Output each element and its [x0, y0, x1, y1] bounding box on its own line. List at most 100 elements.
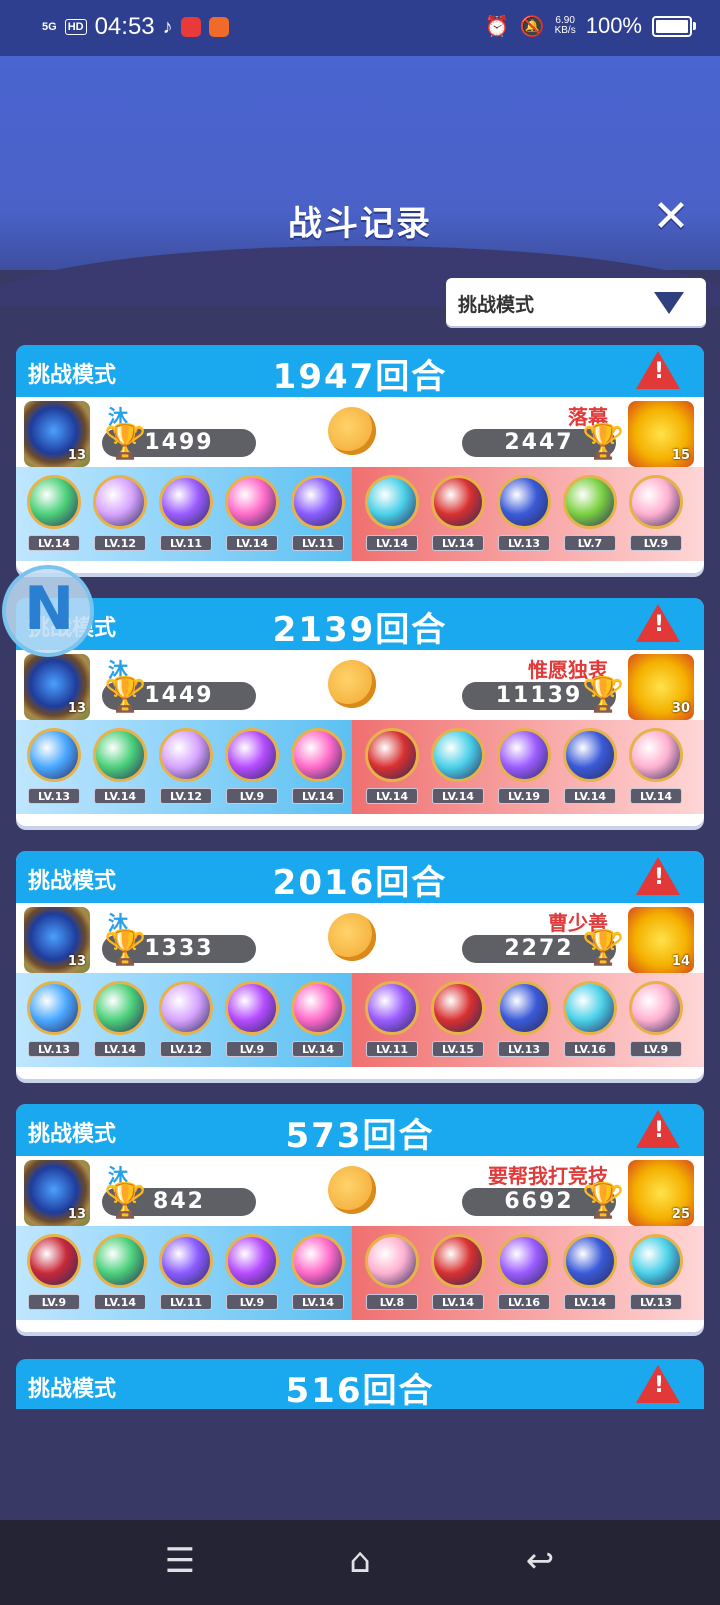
pet-orb[interactable]: LV.14: [428, 726, 488, 810]
opponent-avatar[interactable]: 14: [628, 907, 694, 973]
pet-orb[interactable]: LV.14: [362, 473, 422, 557]
report-warning-icon[interactable]: !: [636, 351, 680, 389]
pet-level: LV.13: [28, 788, 80, 804]
pet-level: LV.14: [366, 788, 418, 804]
battle-card[interactable]: 挑战模式 1947回合! 13 沐 1499 🏆 落幕 2447 🏆 15 LV.14 LV.12 LV…: [16, 345, 704, 573]
alarm-icon: ⏰: [484, 15, 510, 38]
player-team: LV.9 LV.14 LV.11 LV.9 LV.14: [16, 1226, 352, 1320]
opponent-avatar[interactable]: 15: [628, 401, 694, 467]
pet-level: LV.9: [28, 1294, 80, 1310]
battle-card[interactable]: 挑战模式 573回合! 13 沐 842 🏆 要帮我打竞技 6692 🏆 25 LV.9 LV.14 L…: [16, 1104, 704, 1332]
pet-icon: [225, 1234, 279, 1288]
pet-orb[interactable]: LV.12: [156, 979, 216, 1063]
pet-orb[interactable]: LV.9: [222, 979, 282, 1063]
pet-orb[interactable]: LV.14: [428, 473, 488, 557]
pet-orb[interactable]: LV.13: [24, 726, 84, 810]
pet-orb[interactable]: LV.13: [494, 979, 554, 1063]
clock: 04:53: [94, 13, 155, 40]
pet-icon: [291, 728, 345, 782]
opponent-avatar[interactable]: 25: [628, 1160, 694, 1226]
mode-filter-dropdown[interactable]: 挑战模式: [446, 278, 706, 326]
pet-orb[interactable]: LV.14: [288, 1232, 348, 1316]
back-icon[interactable]: ↩: [512, 1538, 568, 1584]
pet-orb[interactable]: LV.14: [626, 726, 686, 810]
battle-card[interactable]: 挑战模式2139回合!13沐1449🏆惟愿独衷11139🏆30LV.13LV.1…: [16, 598, 704, 826]
pet-orb[interactable]: LV.14: [560, 726, 620, 810]
pet-level: LV.9: [226, 1294, 278, 1310]
pet-orb[interactable]: LV.14: [90, 1232, 150, 1316]
pet-icon: [93, 728, 147, 782]
pet-level: LV.19: [498, 788, 550, 804]
pet-icon: [365, 728, 419, 782]
battery-percent: 100%: [585, 13, 642, 38]
report-warning-icon[interactable]: !: [636, 1365, 680, 1403]
pet-orb[interactable]: LV.14: [90, 726, 150, 810]
player-avatar[interactable]: 13: [24, 401, 90, 467]
pet-level: LV.14: [94, 1041, 146, 1057]
pet-orb[interactable]: LV.11: [156, 473, 216, 557]
battle-card[interactable]: 挑战模式 516回合 !: [16, 1359, 704, 1409]
pet-orb[interactable]: LV.14: [560, 1232, 620, 1316]
pet-level: LV.7: [564, 535, 616, 551]
pet-orb[interactable]: LV.9: [222, 726, 282, 810]
pet-level: LV.13: [498, 1041, 550, 1057]
report-warning-icon[interactable]: !: [636, 604, 680, 642]
pet-orb[interactable]: LV.14: [288, 726, 348, 810]
pet-level: LV.11: [366, 1041, 418, 1057]
pet-orb[interactable]: LV.14: [222, 473, 282, 557]
pet-orb[interactable]: LV.9: [626, 473, 686, 557]
pet-orb[interactable]: LV.9: [222, 1232, 282, 1316]
pet-orb[interactable]: LV.13: [494, 473, 554, 557]
pet-level: LV.9: [630, 1041, 682, 1057]
pet-orb[interactable]: LV.13: [24, 979, 84, 1063]
pet-orb[interactable]: LV.14: [24, 473, 84, 557]
pet-icon: [563, 981, 617, 1035]
pet-orb[interactable]: LV.9: [626, 979, 686, 1063]
battle-card-header: 挑战模式2139回合!: [16, 598, 704, 650]
report-warning-icon[interactable]: !: [636, 1110, 680, 1148]
pet-orb[interactable]: LV.13: [626, 1232, 686, 1316]
pet-orb[interactable]: LV.8: [362, 1232, 422, 1316]
trophy-icon: 🏆: [582, 422, 625, 462]
pet-orb[interactable]: LV.11: [288, 473, 348, 557]
pet-level: LV.14: [432, 535, 484, 551]
avatar-level: 13: [67, 954, 86, 969]
pet-orb[interactable]: LV.7: [560, 473, 620, 557]
player-avatar[interactable]: 13: [24, 1160, 90, 1226]
menu-icon[interactable]: ☰: [152, 1538, 208, 1584]
avatar-level: 14: [671, 954, 690, 969]
floating-assistant-button[interactable]: N: [2, 565, 94, 657]
pet-orb[interactable]: LV.12: [156, 726, 216, 810]
pet-orb[interactable]: LV.14: [288, 979, 348, 1063]
handshake-icon: [328, 407, 376, 455]
pet-orb[interactable]: LV.14: [428, 1232, 488, 1316]
pet-level: LV.13: [498, 535, 550, 551]
close-icon[interactable]: ✕: [650, 195, 692, 239]
pet-orb[interactable]: LV.14: [362, 726, 422, 810]
pet-orb[interactable]: LV.16: [560, 979, 620, 1063]
pet-level: LV.14: [366, 535, 418, 551]
pet-orb[interactable]: LV.11: [156, 1232, 216, 1316]
pet-orb[interactable]: LV.16: [494, 1232, 554, 1316]
trophy-icon: 🏆: [582, 675, 625, 715]
network-indicator: 5G: [42, 20, 57, 33]
trophy-icon: 🏆: [104, 1181, 147, 1221]
pet-icon: [629, 1234, 683, 1288]
pet-orb[interactable]: LV.12: [90, 473, 150, 557]
opponent-team: LV.8 LV.14 LV.16 LV.14 LV.13: [352, 1226, 704, 1320]
pet-orb[interactable]: LV.9: [24, 1232, 84, 1316]
home-icon[interactable]: ⌂: [332, 1538, 388, 1584]
pet-orb[interactable]: LV.14: [90, 979, 150, 1063]
pet-icon: [93, 1234, 147, 1288]
report-warning-icon[interactable]: !: [636, 857, 680, 895]
player-avatar[interactable]: 13: [24, 654, 90, 720]
trophy-icon: 🏆: [104, 675, 147, 715]
player-avatar[interactable]: 13: [24, 907, 90, 973]
system-navigation-bar: ☰ ⌂ ↩: [0, 1520, 720, 1605]
pet-orb[interactable]: LV.19: [494, 726, 554, 810]
pet-orb[interactable]: LV.15: [428, 979, 488, 1063]
pet-orb[interactable]: LV.11: [362, 979, 422, 1063]
pet-icon: [431, 475, 485, 529]
opponent-avatar[interactable]: 30: [628, 654, 694, 720]
battle-card[interactable]: 挑战模式 2016回合! 13 沐 1333 🏆 曹少善 2272 🏆 14 LV.13 LV.14 L…: [16, 851, 704, 1079]
